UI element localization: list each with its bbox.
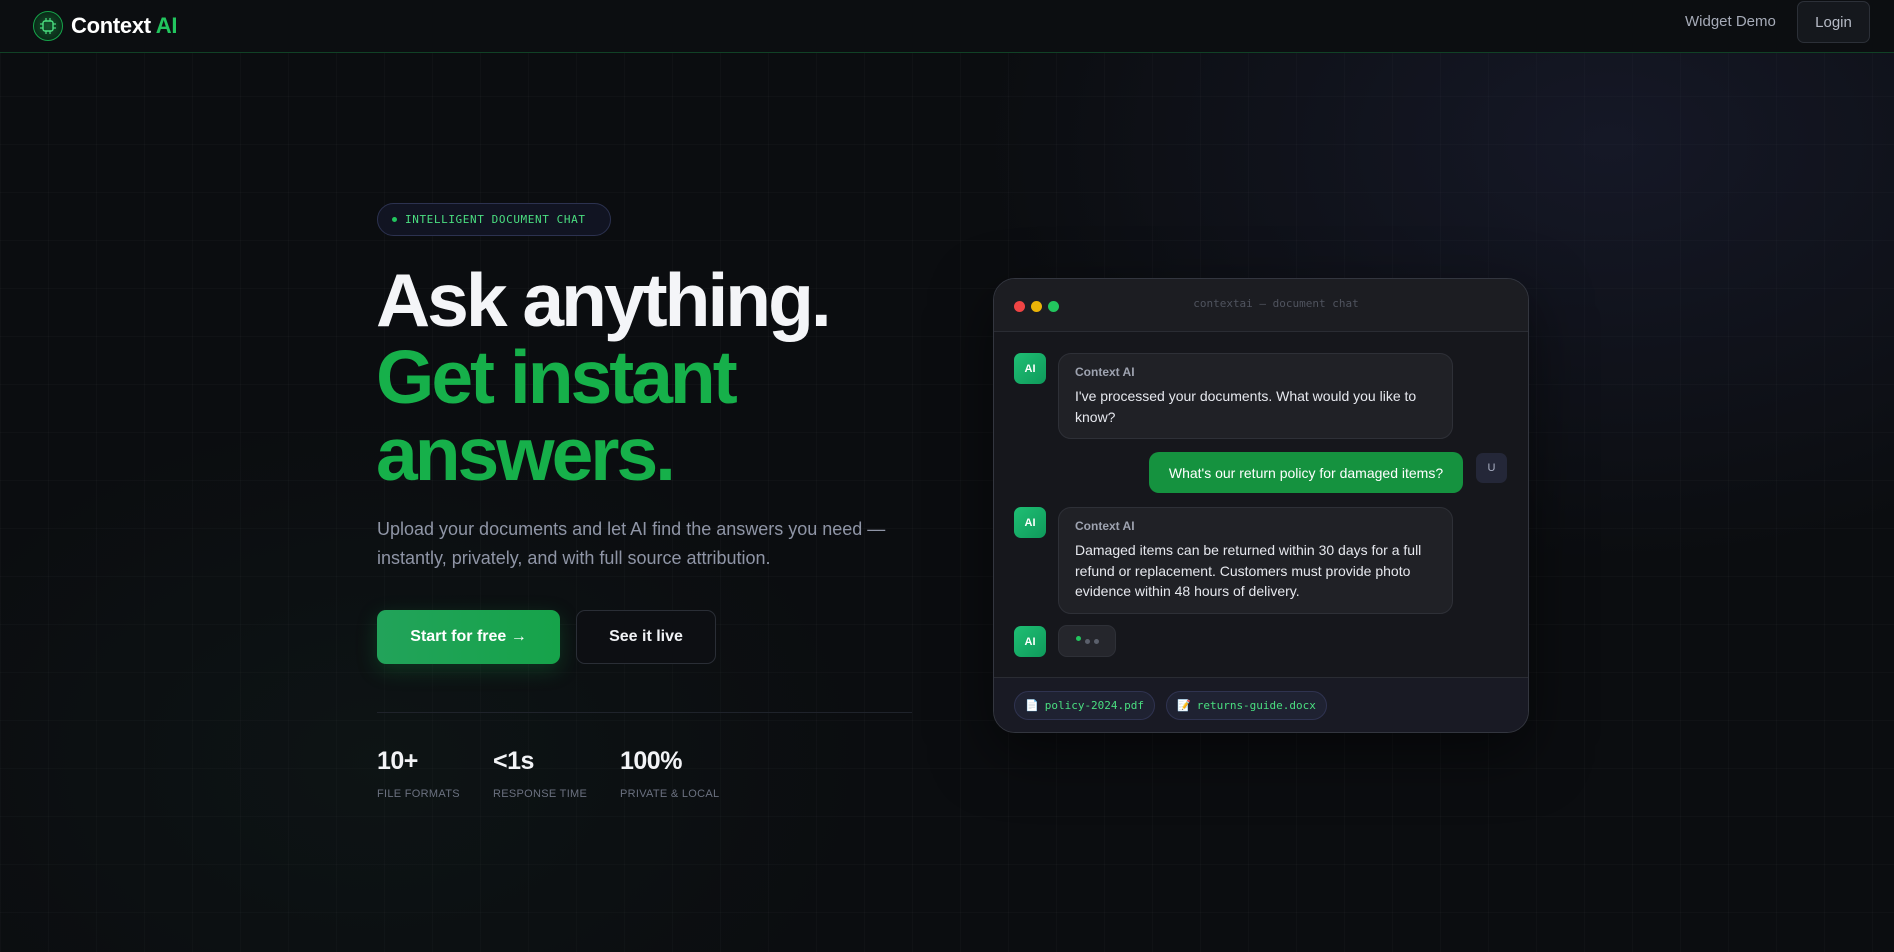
typing-dot-icon [1093,638,1099,644]
file-chip-returns-guide[interactable]: 📝 returns-guide.docx [1166,691,1327,720]
status-dot-icon [392,217,397,222]
message-text: I've processed your documents. What woul… [1075,388,1417,425]
hero-headline: Ask anything. Get instant answers. [376,262,936,493]
ai-avatar: AI [1014,507,1046,538]
window-titlebar: contextai — document chat [994,279,1528,332]
file-chip-policy[interactable]: 📄 policy-2024.pdf [1014,691,1156,720]
file-name: returns-guide.docx [1196,699,1316,712]
top-nav: Context AI Widget Demo Login [0,0,1894,53]
typing-dot-icon [1084,638,1090,644]
typing-indicator [1058,625,1116,657]
logo-accent: AI [155,13,178,38]
window-title: contextai — document chat [1193,297,1359,310]
hero-badge: INTELLIGENT DOCUMENT CHAT [377,203,611,236]
memo-icon: 📝 [1177,699,1191,712]
ai-message-bubble: Context AI I've processed your documents… [1058,353,1453,439]
headline-line-1: Ask anything. [376,258,832,342]
login-button[interactable]: Login [1797,1,1870,43]
stats-divider [377,712,912,713]
stat-value: <1s [493,747,534,775]
logo[interactable]: Context AI [33,8,178,44]
message-sender: Context AI [1075,365,1135,379]
user-message-bubble: What's our return policy for damaged ite… [1149,452,1463,493]
stat-private-local: 100% PRIVATE & LOCAL [620,746,719,800]
file-name: policy-2024.pdf [1044,699,1145,712]
message-text: Damaged items can be returned within 30 … [1075,542,1422,599]
logo-text: Context AI [71,13,178,39]
ai-message-bubble: Context AI Damaged items can be returned… [1058,507,1453,614]
chat-preview-window: contextai — document chat AI Context AI … [993,278,1529,733]
hero-subtext: Upload your documents and let AI find th… [377,519,886,568]
stat-label: FILE FORMATS [377,788,460,800]
nav-link-widget-demo[interactable]: Widget Demo [1685,12,1776,32]
badge-label: INTELLIGENT DOCUMENT CHAT [405,213,586,226]
stat-response-time: <1s RESPONSE TIME [493,746,587,800]
stat-value: 10+ [377,747,418,775]
stat-label: RESPONSE TIME [493,788,588,800]
stat-value: 100% [620,747,682,775]
user-avatar: U [1476,453,1507,483]
message-sender: Context AI [1075,519,1135,533]
headline-line-2: Get instant answers. [376,335,738,496]
logo-wordmark: Context [71,13,151,38]
ai-avatar: AI [1014,353,1046,384]
stat-label: PRIVATE & LOCAL [620,788,720,800]
typing-dot-icon [1075,635,1081,641]
start-free-button[interactable]: Start for free → [377,610,560,664]
ai-avatar: AI [1014,626,1046,657]
circuit-logo-icon [33,11,63,41]
see-it-live-button[interactable]: See it live [576,610,716,664]
document-icon: 📄 [1025,699,1039,712]
stat-file-formats: 10+ FILE FORMATS [377,746,460,800]
attached-files-bar: 📄 policy-2024.pdf 📝 returns-guide.docx [994,677,1528,732]
